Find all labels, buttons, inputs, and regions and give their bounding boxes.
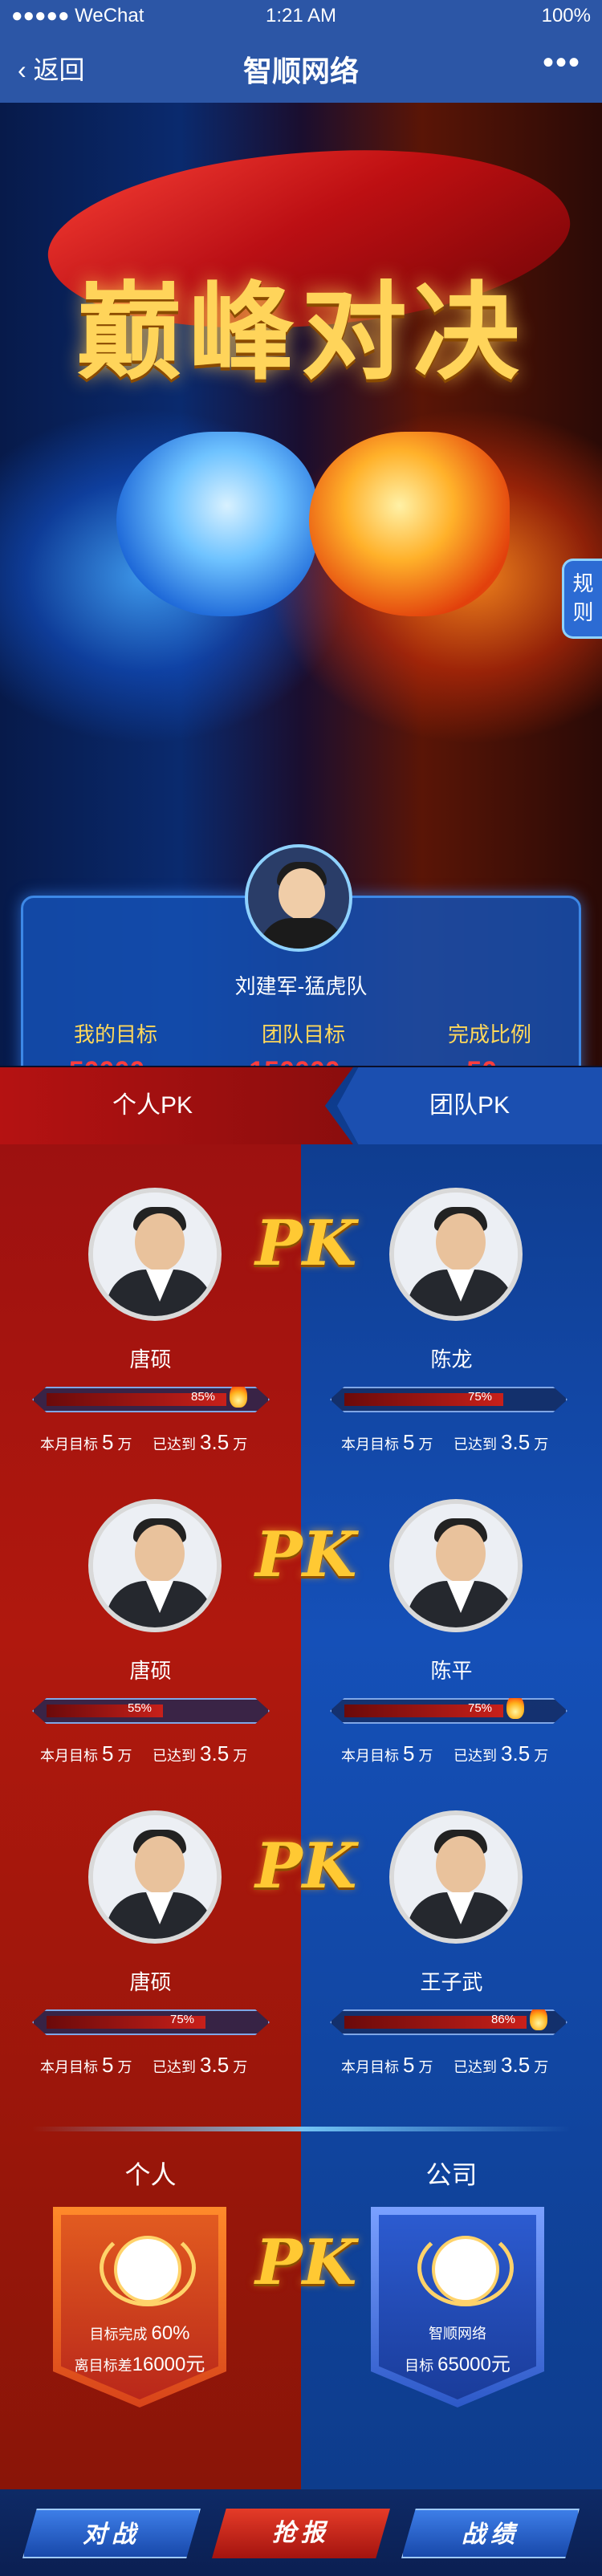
personal-badge: 目标完成 60% 离目标差16000元	[53, 2207, 226, 2407]
battery-label: 100%	[541, 5, 591, 26]
player-name: 唐硕	[129, 1970, 172, 1994]
record-button[interactable]: 战绩	[401, 2509, 580, 2558]
pk-pair: 唐硕 55% 本月目标 5 万 已达到 3.5 万 陈平 75% 本月目标 5 …	[0, 1499, 602, 1796]
tab-team-pk[interactable]: 团队PK	[337, 1067, 602, 1144]
monthly-goal: 本月目标 5 万	[40, 1430, 132, 1454]
stat-completion: 完成比例 50%	[397, 1018, 582, 1066]
grab-button[interactable]: 抢报	[212, 2509, 390, 2558]
achieved: 已达到 3.5 万	[153, 1430, 248, 1454]
monthly-goal: 本月目标 5 万	[341, 1741, 433, 1765]
monthly-goal: 本月目标 5 万	[341, 1430, 433, 1454]
monthly-goal: 本月目标 5 万	[40, 1741, 132, 1765]
progress-bar: 75%	[330, 1698, 567, 1724]
nav-bar: ‹ 返回 智顺网络 •••	[0, 32, 602, 103]
achieved: 已达到 3.5 万	[153, 2053, 248, 2077]
pk-tabs: 团队PK 个人PK	[0, 1067, 602, 1144]
progress-label: 75%	[468, 1390, 493, 1404]
achieved: 已达到 3.5 万	[454, 1430, 549, 1454]
progress-bar: 75%	[330, 1387, 567, 1412]
achieved: 已达到 3.5 万	[454, 2053, 549, 2077]
progress-bar: 86%	[330, 2009, 567, 2035]
progress-label: 85%	[191, 1390, 216, 1404]
stat-value: 150000元	[211, 1056, 396, 1066]
stat-my-goal: 我的目标 50000元	[23, 1018, 208, 1066]
player-name: 王子武	[420, 1970, 483, 1994]
progress-label: 55%	[128, 1701, 153, 1715]
page-title: 智顺网络	[242, 55, 359, 87]
avatar	[114, 2236, 181, 2303]
monthly-goal: 本月目标 5 万	[341, 2053, 433, 2077]
banner-title: 巅峰对决	[76, 270, 526, 395]
pk-pair: 唐硕 85% 本月目标 5 万 已达到 3.5 万 陈龙 75% 本月目标 5 …	[0, 1188, 602, 1485]
avatar[interactable]	[389, 1810, 523, 1944]
vs-label: PK	[255, 1207, 357, 1280]
player-name: 陈龙	[430, 1347, 473, 1371]
user-name-team: 刘建军-猛虎队	[234, 974, 368, 998]
avatar[interactable]	[389, 1188, 523, 1321]
avatar[interactable]	[88, 1499, 222, 1632]
vs-label: PK	[255, 1830, 357, 1903]
monthly-goal: 本月目标 5 万	[40, 2053, 132, 2077]
progress-label: 75%	[468, 1701, 493, 1715]
company-goal: 目标 65000元	[405, 2354, 510, 2375]
progress-bar: 85%	[32, 1387, 270, 1412]
achieved: 已达到 3.5 万	[454, 1741, 549, 1765]
progress-label: 75%	[170, 2013, 195, 2026]
stat-label: 我的目标	[73, 1022, 157, 1046]
status-bar: ●●●●● WeChat 1:21 AM 100%	[0, 0, 602, 32]
flame-icon	[506, 1698, 524, 1719]
player-name: 唐硕	[129, 1347, 172, 1371]
progress-bar: 55%	[32, 1698, 270, 1724]
stat-label: 团队目标	[261, 1022, 345, 1046]
player-name: 陈平	[430, 1659, 473, 1683]
battle-button[interactable]: 对战	[22, 2509, 201, 2558]
stat-team-goal: 团队目标 150000元	[211, 1018, 396, 1066]
pk-pair: 唐硕 75% 本月目标 5 万 已达到 3.5 万 王子武 86% 本月目标 5…	[0, 1810, 602, 2107]
vs-label: PK	[255, 2226, 357, 2299]
summary-personal-title: 个人	[124, 2160, 177, 2189]
avatar[interactable]	[88, 1188, 222, 1321]
stat-label: 完成比例	[447, 1022, 531, 1046]
hero-banner: 巅峰对决 规则 刘建军-猛虎队 我的目标 50000元 团队目标 150000元…	[0, 103, 602, 1066]
summary-company-title: 公司	[425, 2160, 478, 2189]
progress-label: 86%	[491, 2013, 516, 2026]
stat-value: 50%	[397, 1056, 582, 1066]
company-name: 智顺网络	[429, 2326, 486, 2342]
avatar[interactable]	[88, 1810, 222, 1944]
badge-remaining: 离目标差16000元	[74, 2354, 205, 2375]
flame-icon	[530, 2009, 547, 2030]
company-logo-icon	[432, 2236, 499, 2303]
user-avatar[interactable]	[245, 844, 352, 952]
rules-button[interactable]: 规则	[562, 559, 602, 639]
vs-label: PK	[255, 1518, 357, 1591]
progress-bar: 75%	[32, 2009, 270, 2035]
clock: 1:21 AM	[265, 5, 337, 26]
avatar[interactable]	[389, 1499, 523, 1632]
pk-section: 团队PK 个人PK 唐硕 85% 本月目标 5 万 已达到 3.5 万 陈龙 7…	[0, 1067, 602, 2489]
bottom-nav: 对战 抢报 战绩	[0, 2489, 602, 2576]
achieved: 已达到 3.5 万	[153, 1741, 248, 1765]
player-name: 唐硕	[129, 1659, 172, 1683]
flame-icon	[230, 1387, 247, 1408]
stat-value: 50000元	[23, 1056, 208, 1066]
more-menu-icon[interactable]: •••	[543, 45, 581, 81]
divider	[32, 2127, 570, 2131]
company-badge: 智顺网络 目标 65000元	[371, 2207, 544, 2407]
tab-personal-pk[interactable]: 个人PK	[0, 1067, 353, 1144]
badge-completion: 目标完成 60%	[89, 2322, 190, 2344]
